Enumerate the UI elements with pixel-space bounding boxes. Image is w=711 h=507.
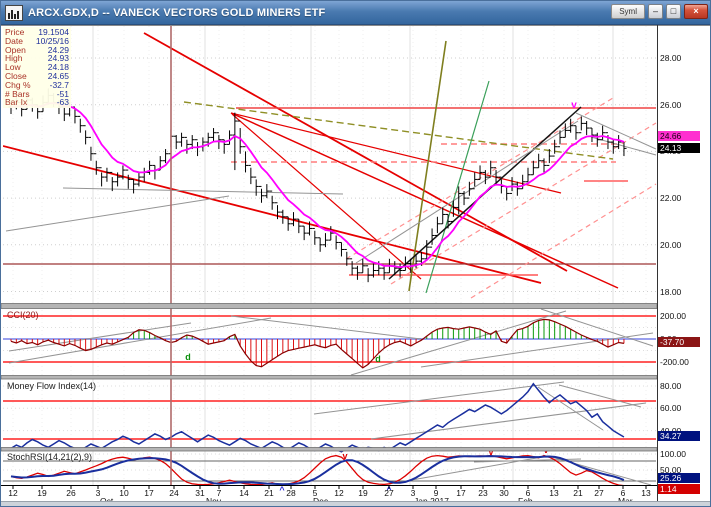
date-tick: 12 (8, 488, 17, 498)
mfi-panel[interactable] (1, 379, 657, 447)
date-tick: 28 (286, 488, 295, 498)
date-tick: 27 (384, 488, 393, 498)
mfi-value-tag: 34.27 (658, 431, 700, 441)
date-tick: 26 (66, 488, 75, 498)
date-tick: 19 (358, 488, 367, 498)
date-tick: 19 (37, 488, 46, 498)
mfi-ytick: 60.00 (660, 403, 681, 413)
symbol-link-button[interactable]: Syml (611, 4, 645, 19)
price-ytick: 26.00 (660, 100, 681, 110)
date-tick: 21 (264, 488, 273, 498)
cci-value-tag: -37.70 (658, 337, 700, 347)
cci-panel[interactable] (1, 309, 657, 375)
date-tick: 24 (169, 488, 178, 498)
date-tick: 13 (549, 488, 558, 498)
last-price-tag: 24.13 (658, 143, 700, 153)
price-ytick: 20.00 (660, 240, 681, 250)
close-button[interactable]: × (684, 4, 708, 19)
date-tick: 23 (478, 488, 487, 498)
date-tick: 21 (573, 488, 582, 498)
price-ytick: 28.00 (660, 53, 681, 63)
price-ytick: 18.00 (660, 287, 681, 297)
cci-ytick: -200.00 (660, 357, 689, 367)
price-ytick: 22.00 (660, 193, 681, 203)
stochrsi-fast-tag: 1.14 (658, 484, 700, 494)
date-tick: 12 (334, 488, 343, 498)
date-tick: 10 (119, 488, 128, 498)
cci-ytick: 200.00 (660, 311, 686, 321)
date-tick: 17 (144, 488, 153, 498)
maximize-button[interactable]: □ (666, 4, 681, 19)
date-tick: 31 (195, 488, 204, 498)
date-tick: 17 (456, 488, 465, 498)
titlebar[interactable]: ARCX.GDX,D -- VANECK VECTORS GOLD MINERS… (1, 1, 711, 25)
stochrsi-panel[interactable] (1, 451, 657, 485)
date-tick: 14 (239, 488, 248, 498)
panel-separator (1, 304, 657, 309)
window-bottom-border (1, 501, 711, 506)
stochrsi-ytick: 100.00 (660, 449, 686, 459)
ma-price-tag: 24.66 (658, 131, 700, 141)
app-icon (5, 5, 23, 21)
minimize-button[interactable]: – (648, 4, 663, 19)
price-chart-panel[interactable] (1, 25, 657, 303)
date-tick: 27 (594, 488, 603, 498)
mfi-ytick: 80.00 (660, 381, 681, 391)
date-tick: 30 (499, 488, 508, 498)
stochrsi-slow-tag: 25.26 (658, 473, 700, 483)
date-tick: 13 (641, 488, 650, 498)
chart-window: ARCX.GDX,D -- VANECK VECTORS GOLD MINERS… (0, 0, 711, 507)
window-title: ARCX.GDX,D -- VANECK VECTORS GOLD MINERS… (28, 7, 325, 19)
price-axis-strip[interactable] (657, 25, 711, 485)
